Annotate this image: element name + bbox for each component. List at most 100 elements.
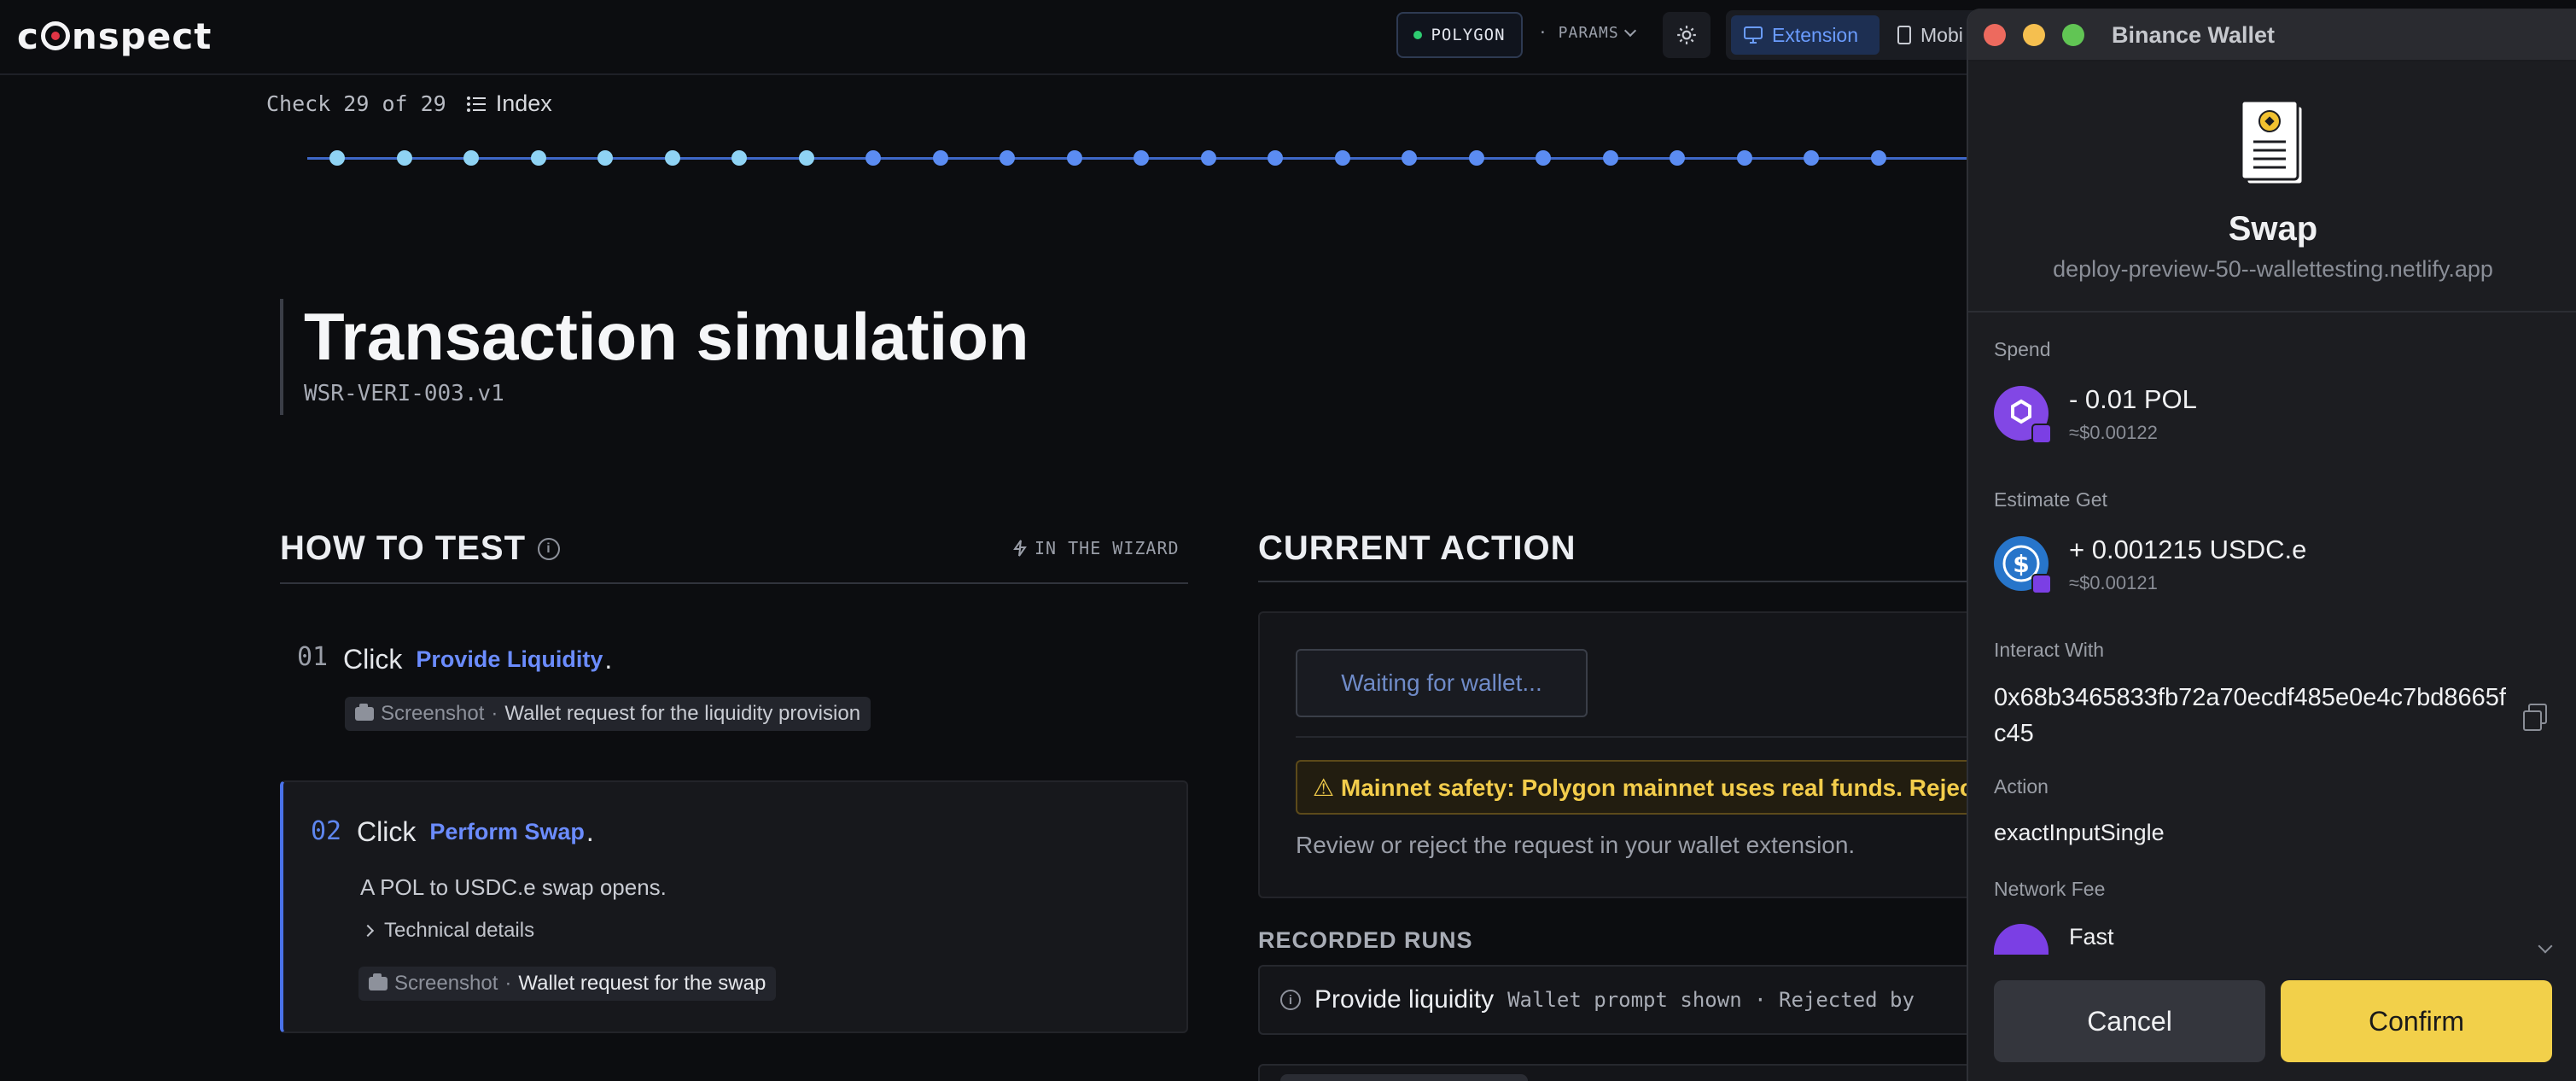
check-progress-track (307, 143, 1980, 172)
view-mobile-button[interactable]: Mobi (1885, 15, 1975, 55)
sun-icon (1677, 26, 1696, 44)
cancel-button[interactable]: Cancel (1994, 980, 2265, 1062)
step-verb: Click (343, 644, 403, 675)
wizard-link[interactable]: IN THE WIZARD (1012, 538, 1180, 558)
list-icon (466, 96, 486, 112)
wallet-origin: deploy-preview-50--wallettesting.netlify… (2053, 256, 2493, 282)
pol-token-icon (1994, 386, 2052, 444)
view-extension-label: Extension (1772, 23, 1859, 46)
screenshot-tag[interactable]: Screenshot · Wallet request for the swap (358, 967, 777, 1001)
progress-step-dot[interactable] (1334, 150, 1350, 166)
info-icon: i (1280, 990, 1301, 1010)
view-mobile-label: Mobi (1920, 23, 1963, 46)
wizard-label: IN THE WIZARD (1034, 538, 1180, 558)
how-to-test-title: HOW TO TEST (280, 529, 527, 567)
get-usd: ≈$0.00121 (2069, 572, 2158, 593)
recorded-run-row[interactable]: i Provide liquidity Wallet prompt shown … (1258, 965, 1984, 1035)
spend-label: Spend (1994, 338, 2051, 360)
app-logo[interactable]: c nspect (17, 15, 212, 57)
check-navigation: Check 29 of 29 Index (266, 91, 552, 117)
polygon-chain-badge (2031, 574, 2052, 594)
progress-step-dot[interactable] (1066, 150, 1082, 166)
perform-swap-link[interactable]: Perform Swap (429, 819, 585, 845)
how-to-test-heading: HOW TO TEST i (280, 529, 561, 568)
progress-step-dot[interactable] (798, 150, 814, 166)
progress-step-dot[interactable] (1134, 150, 1149, 166)
contract-address: 0x68b3465833fb72a70ecdf485e0e4c7bd8665fc… (1994, 684, 2506, 747)
progress-step-dot[interactable] (865, 150, 881, 166)
network-selector[interactable]: POLYGON (1396, 12, 1523, 58)
wallet-actions: Cancel Confirm (1968, 955, 2576, 1081)
copy-icon[interactable] (2523, 704, 2547, 731)
progress-step-dot[interactable] (932, 150, 948, 166)
view-extension-button[interactable]: Extension (1731, 15, 1880, 55)
progress-step-dot[interactable] (1602, 150, 1618, 166)
monitor-icon (1744, 26, 1763, 44)
progress-step-dot[interactable] (463, 150, 479, 166)
interact-with-label: Interact With (1994, 639, 2105, 661)
progress-step-dot[interactable] (731, 150, 747, 166)
action-value: exactInputSingle (1994, 820, 2165, 845)
info-icon[interactable]: i (538, 537, 561, 560)
wallet-divider (1968, 311, 2576, 313)
progress-step-dot[interactable] (329, 150, 345, 166)
progress-step-dot[interactable] (1670, 150, 1685, 166)
step-end: . (586, 816, 594, 847)
run-name: Provide liquidity (1314, 985, 1495, 1014)
network-label: POLYGON (1431, 26, 1506, 44)
screenshot-label: Screenshot (394, 972, 498, 995)
params-label: · PARAMS (1538, 24, 1619, 42)
run-placeholder (1280, 1074, 1528, 1081)
window-minimize-button[interactable] (2023, 24, 2045, 46)
progress-step-dot[interactable] (1536, 150, 1551, 166)
wallet-window-title: Binance Wallet (2112, 22, 2276, 48)
recorded-runs-heading: RECORDED RUNS (1258, 927, 1473, 953)
estimate-get-label: Estimate Get (1994, 488, 2107, 511)
screenshot-label: Screenshot (381, 702, 485, 725)
chevron-down-icon (1623, 24, 1636, 37)
view-mode-switcher: Extension Mobi (1726, 10, 1982, 60)
progress-step-dot[interactable] (664, 150, 680, 166)
current-action-panel: Waiting for wallet... ⚠ Mainnet safety: … (1258, 611, 1985, 898)
technical-details-toggle[interactable]: Technical details (361, 919, 534, 943)
document-icon (2240, 99, 2305, 186)
step-end: . (604, 644, 613, 675)
screenshot-tag[interactable]: Screenshot · Wallet request for the liqu… (345, 697, 871, 731)
provide-liquidity-link[interactable]: Provide Liquidity (416, 646, 603, 673)
progress-step-dot[interactable] (1736, 150, 1752, 166)
wallet-titlebar: Binance Wallet (1968, 9, 2576, 61)
mobile-icon (1897, 26, 1911, 44)
window-zoom-button[interactable] (2062, 24, 2084, 46)
window-close-button[interactable] (1984, 24, 2006, 46)
network-fee-value[interactable]: Fast (2069, 924, 2114, 950)
confirm-button[interactable]: Confirm (2281, 980, 2552, 1062)
test-id: WSR-VERI-003.v1 (304, 381, 504, 406)
spend-usd: ≈$0.00122 (2069, 422, 2158, 443)
network-status-dot (1413, 31, 1423, 39)
chevron-down-icon[interactable] (2538, 938, 2553, 954)
index-link[interactable]: Index (466, 91, 552, 117)
waiting-for-wallet-button[interactable]: Waiting for wallet... (1296, 649, 1588, 717)
theme-toggle-button[interactable] (1663, 12, 1711, 58)
get-amount: + 0.001215 USDC.e (2069, 535, 2307, 564)
camera-icon (355, 704, 374, 721)
progress-step-dot[interactable] (1200, 150, 1216, 166)
progress-step-dot[interactable] (1870, 150, 1886, 166)
progress-step-dot[interactable] (1000, 150, 1015, 166)
progress-step-dot[interactable] (1402, 150, 1417, 166)
progress-step-dot[interactable] (1268, 150, 1283, 166)
params-dropdown[interactable]: · PARAMS (1538, 24, 1636, 42)
usdc-token-icon: $ (1994, 536, 2052, 594)
fee-speed-icon (1994, 924, 2049, 958)
progress-step-dot[interactable] (1468, 150, 1484, 166)
lightning-icon (1013, 540, 1027, 557)
progress-step-dot[interactable] (396, 150, 412, 166)
spend-amount: - 0.01 POL (2069, 384, 2197, 414)
recorded-run-row[interactable] (1258, 1064, 1984, 1081)
progress-step-dot[interactable] (597, 150, 613, 166)
progress-step-dot[interactable] (530, 150, 546, 166)
step-instruction: Click Provide Liquidity . (343, 644, 612, 675)
progress-step-dot[interactable] (1804, 150, 1819, 166)
index-label: Index (495, 91, 552, 116)
step-verb: Click (357, 816, 417, 847)
